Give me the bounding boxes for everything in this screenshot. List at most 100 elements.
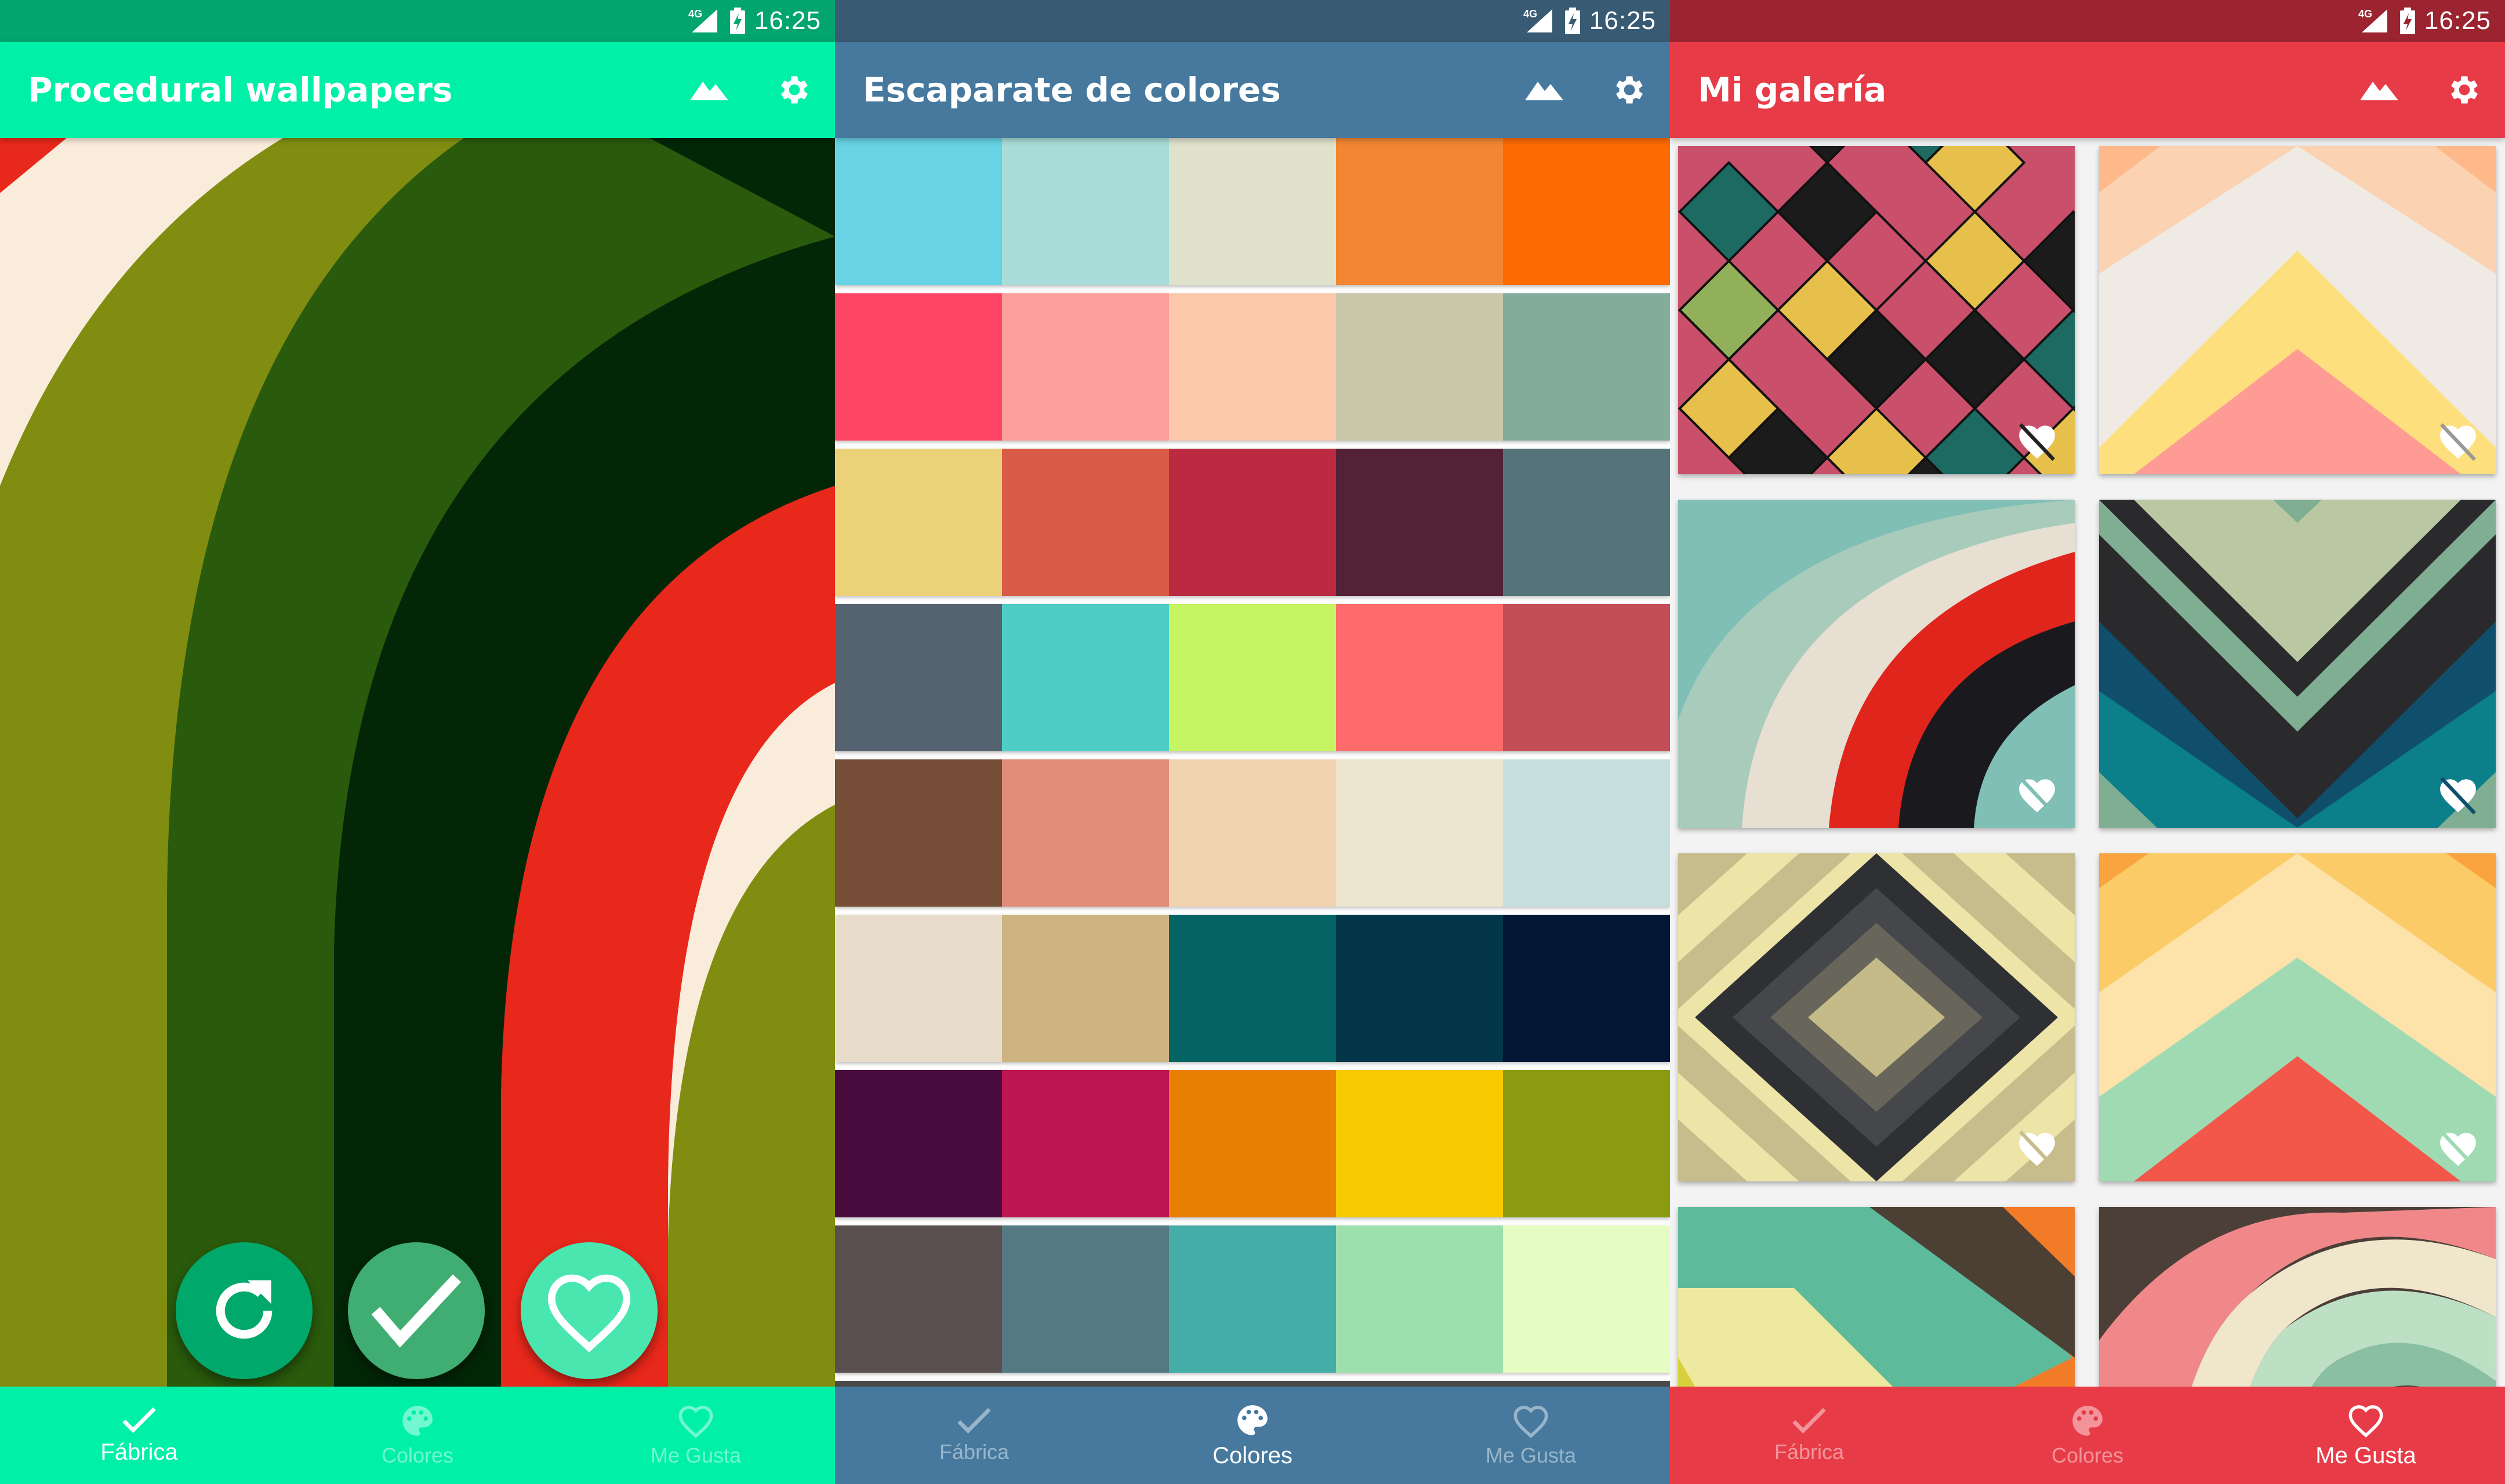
check-icon [122, 1407, 156, 1433]
palette-row[interactable] [835, 915, 1670, 1062]
settings-icon[interactable] [776, 71, 813, 108]
nav-colors[interactable]: Colores [278, 1387, 557, 1484]
refresh-icon [216, 1280, 273, 1339]
battery-charging-icon [2399, 8, 2415, 34]
wallpaper-icon[interactable] [1525, 77, 1566, 103]
color-swatch [1002, 915, 1169, 1062]
like-button[interactable] [521, 1242, 658, 1379]
nav-likes[interactable]: Me Gusta [1392, 1387, 1670, 1484]
wallpaper-icon[interactable] [2360, 77, 2401, 103]
nav-label: Me Gusta [650, 1443, 742, 1467]
nav-factory[interactable]: Fábrica [0, 1387, 278, 1484]
palette-icon [1237, 1405, 1268, 1435]
color-swatch [835, 1225, 1002, 1373]
color-swatch [835, 138, 1002, 285]
palette-row[interactable] [835, 138, 1670, 285]
wallpaper-icon[interactable] [690, 77, 731, 103]
palette-icon [402, 1406, 433, 1436]
color-swatch [1503, 915, 1670, 1062]
apply-button[interactable] [348, 1242, 485, 1379]
wallpaper-thumbnail [2099, 1207, 2496, 1387]
color-swatch [835, 1070, 1002, 1217]
heart-outline-icon [678, 1406, 713, 1438]
settings-icon[interactable] [2446, 71, 2483, 108]
color-swatch [1503, 1070, 1670, 1217]
nav-factory[interactable]: Fábrica [835, 1387, 1113, 1484]
color-swatch [835, 915, 1002, 1062]
color-swatch [1503, 449, 1670, 596]
page-title: Escaparate de colores [863, 70, 1281, 110]
color-swatch [1002, 449, 1169, 596]
nav-likes[interactable]: Me Gusta [557, 1387, 835, 1484]
palette-row[interactable] [835, 759, 1670, 907]
color-swatch [1169, 604, 1336, 751]
heart-broken-icon[interactable] [2435, 774, 2481, 815]
palette-row[interactable] [835, 1070, 1670, 1217]
gallery-item[interactable] [2099, 146, 2496, 474]
status-bar: 4G 16:25 [835, 0, 1670, 42]
gallery-item[interactable] [2099, 500, 2496, 828]
signal-4g-icon: 4G [2358, 8, 2387, 32]
app-bar: Escaparate de colores [835, 42, 1670, 138]
screen-colors: 4G 16:25 Escaparate de colores Fábrica C… [835, 0, 1670, 1484]
palette-row[interactable] [835, 1225, 1670, 1373]
heart-broken-icon[interactable] [2014, 421, 2060, 461]
palette-icon [2072, 1406, 2103, 1436]
gallery-item[interactable] [1678, 146, 2075, 474]
status-bar: 4G 16:25 [1670, 0, 2505, 42]
palette-row[interactable] [835, 1381, 1670, 1387]
nav-label: Colores [381, 1443, 454, 1467]
refresh-button[interactable] [176, 1242, 313, 1379]
color-swatch [835, 449, 1002, 596]
nav-likes[interactable]: Me Gusta [2227, 1387, 2505, 1484]
gallery-item[interactable] [1678, 1207, 2075, 1387]
gallery-item[interactable] [2099, 1207, 2496, 1387]
gallery-item[interactable] [2099, 853, 2496, 1181]
color-swatch [1503, 1225, 1670, 1373]
nav-label: Colores [2051, 1443, 2124, 1467]
color-swatch [1002, 293, 1169, 441]
status-time: 16:25 [754, 6, 821, 35]
nav-label: Me Gusta [2315, 1442, 2416, 1468]
signal-4g-icon: 4G [688, 8, 717, 32]
palette-row[interactable] [835, 604, 1670, 751]
color-swatch [1336, 1225, 1503, 1373]
nav-label: Fábrica [939, 1440, 1010, 1464]
heart-broken-icon[interactable] [2014, 1128, 2060, 1169]
palette-list [835, 138, 1670, 1387]
heart-broken-icon[interactable] [2014, 774, 2060, 815]
color-swatch [835, 293, 1002, 441]
heart-broken-icon[interactable] [2435, 1128, 2481, 1169]
gallery-item[interactable] [1678, 500, 2075, 828]
nav-factory[interactable]: Fábrica [1670, 1387, 1948, 1484]
color-swatch [835, 604, 1002, 751]
signal-4g-icon: 4G [1523, 8, 1552, 32]
bottom-navigation: Fábrica Colores Me Gusta [1670, 1387, 2505, 1484]
nav-colors[interactable]: Colores [1948, 1387, 2227, 1484]
color-swatch [1169, 1225, 1336, 1373]
check-icon [957, 1407, 991, 1434]
color-swatch [1002, 138, 1169, 285]
nav-colors[interactable]: Colores [1113, 1387, 1392, 1484]
battery-charging-icon [729, 8, 745, 34]
gallery-grid [1670, 138, 2505, 1387]
app-bar: Mi galería [1670, 42, 2505, 138]
color-swatch [1169, 293, 1336, 441]
wallpaper-overlay [668, 805, 835, 1387]
gallery-item[interactable] [1678, 853, 2075, 1181]
nav-label: Fábrica [1774, 1440, 1845, 1464]
color-swatch [1002, 759, 1169, 907]
color-swatch [1503, 759, 1670, 907]
color-swatch [1169, 915, 1336, 1062]
palette-row[interactable] [835, 293, 1670, 441]
nav-label: Colores [1212, 1442, 1293, 1468]
palette-row[interactable] [835, 449, 1670, 596]
settings-icon[interactable] [1611, 71, 1648, 108]
color-swatch [1169, 1070, 1336, 1217]
heart-broken-icon[interactable] [2435, 421, 2481, 461]
wallpaper-preview [0, 138, 835, 1387]
heart-outline-icon [2348, 1405, 2383, 1438]
status-time: 16:25 [1589, 6, 1656, 35]
color-swatch [1336, 138, 1503, 285]
bottom-navigation: Fábrica Colores Me Gusta [0, 1387, 835, 1484]
